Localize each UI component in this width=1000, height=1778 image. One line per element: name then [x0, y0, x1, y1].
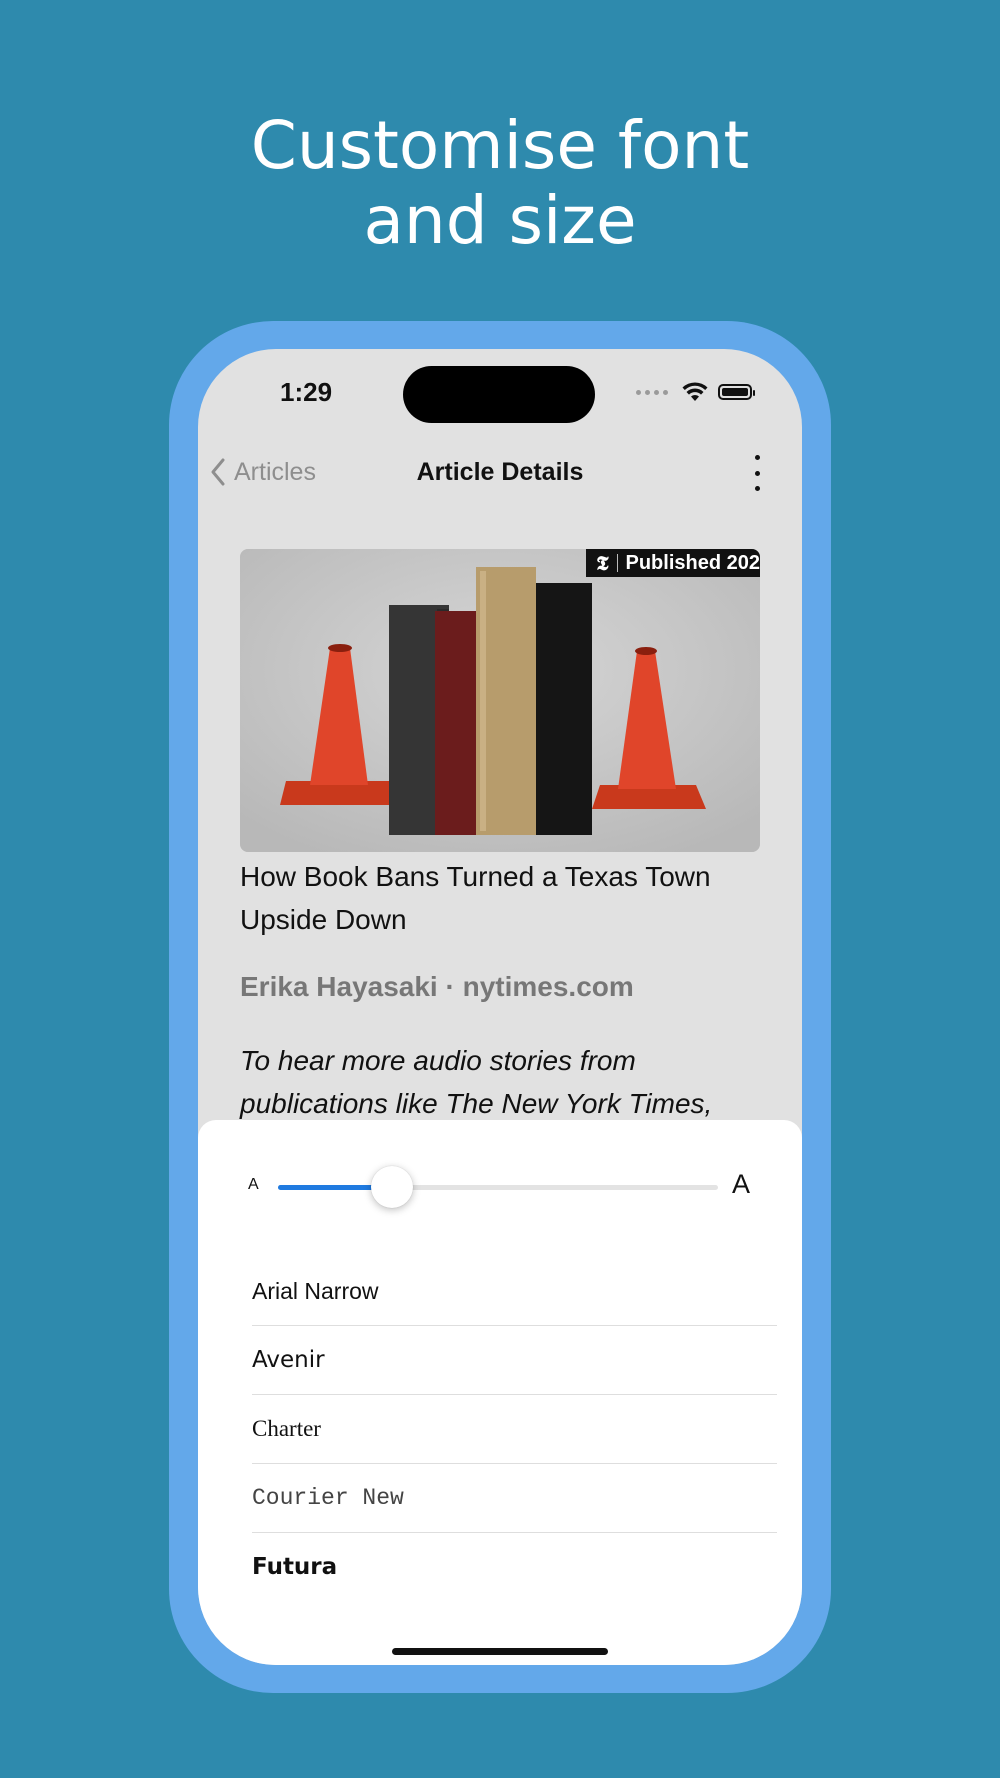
home-indicator — [392, 1648, 608, 1655]
font-list: Arial Narrow Avenir Charter Courier New … — [252, 1257, 777, 1601]
wifi-icon — [682, 382, 708, 401]
cellular-signal-icon — [636, 389, 668, 395]
font-size-slider-thumb[interactable] — [371, 1166, 414, 1208]
font-size-large-label: A — [731, 1169, 750, 1199]
phone-screen: 1:29 Articles Article Details 𝕿 Publishe… — [198, 349, 802, 1665]
article-hero-image: 𝕿 Published 202 — [240, 549, 760, 852]
promo-headline: Customise font and size — [0, 108, 1000, 258]
promo-headline-line1: Customise font — [250, 107, 750, 184]
font-option-avenir[interactable]: Avenir — [252, 1326, 777, 1395]
published-label: Published 202 — [625, 551, 761, 574]
font-size-slider[interactable] — [278, 1185, 718, 1190]
publication-badge: 𝕿 Published 202 — [586, 549, 760, 577]
status-time: 1:29 — [280, 377, 333, 407]
article-title: How Book Bans Turned a Texas Town Upside… — [240, 861, 711, 935]
more-options-button[interactable] — [752, 455, 762, 491]
text-settings-sheet: A A Arial Narrow Avenir Charter Courier … — [198, 1120, 802, 1665]
font-size-control: A A — [198, 1152, 802, 1222]
battery-icon — [718, 384, 755, 400]
navigation-bar: Articles Article Details — [198, 445, 802, 499]
article-byline: Erika Hayasaki · nytimes.com — [240, 971, 634, 1002]
font-option-futura[interactable]: Futura — [252, 1533, 777, 1601]
font-option-courier-new[interactable]: Courier New — [252, 1464, 777, 1533]
status-icons — [636, 381, 755, 403]
nyt-logo-icon: 𝕿 — [596, 551, 609, 575]
page-title: Article Details — [416, 458, 584, 486]
books-and-cones-illustration — [240, 549, 760, 852]
font-option-arial-narrow[interactable]: Arial Narrow — [252, 1257, 777, 1326]
dynamic-island — [403, 366, 595, 423]
promo-headline-line2: and size — [363, 182, 637, 259]
article-intro: To hear more audio stories from publicat… — [240, 1045, 713, 1119]
font-size-small-label: A — [248, 1176, 259, 1193]
font-option-charter[interactable]: Charter — [252, 1395, 777, 1464]
